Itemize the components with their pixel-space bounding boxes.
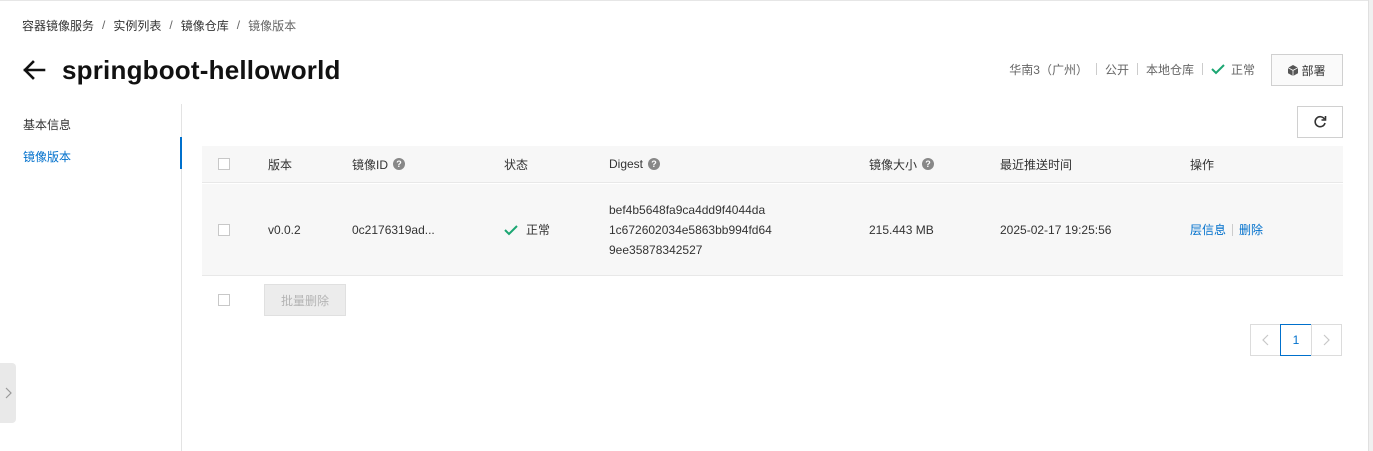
header-digest: Digest ?	[609, 146, 661, 182]
select-all-checkbox[interactable]	[218, 158, 230, 170]
sidebar-item-label: 基本信息	[23, 117, 72, 132]
chevron-left-icon	[1262, 334, 1269, 346]
header-size-label: 镜像大小	[869, 157, 918, 172]
next-page-button[interactable]	[1311, 324, 1342, 356]
breadcrumb-instance-list[interactable]: 实例列表	[113, 17, 161, 34]
cell-digest: bef4b5648fa9ca4dd9f4044da 1c672602034e58…	[609, 184, 772, 275]
header-status: 状态	[504, 157, 529, 172]
meta-divider	[1095, 63, 1097, 75]
page-title: springboot-helloworld	[62, 54, 341, 85]
top-border	[0, 0, 1373, 1]
visibility-label: 公开	[1104, 62, 1129, 77]
meta-divider	[1136, 63, 1138, 75]
breadcrumb-separator: /	[169, 18, 173, 32]
repo-status: 正常	[1211, 61, 1255, 78]
row-checkbox-cell	[218, 184, 230, 275]
batch-select-checkbox[interactable]	[218, 294, 230, 306]
breadcrumb-separator: /	[102, 18, 106, 32]
repo-meta: 华南3（广州） 公开 本地仓库 正常	[1009, 60, 1255, 78]
help-icon[interactable]: ?	[648, 158, 661, 170]
cell-status-text: 正常	[526, 223, 551, 237]
cell-ops: 层信息 删除	[1190, 184, 1263, 275]
sidebar: 基本信息 镜像版本	[0, 104, 182, 451]
cell-status: 正常	[504, 184, 550, 275]
chevron-right-icon	[1323, 334, 1330, 346]
breadcrumb: 容器镜像服务 / 实例列表 / 镜像仓库 / 镜像版本	[22, 16, 296, 34]
header-pushed-time: 最近推送时间	[1000, 157, 1073, 172]
row-checkbox[interactable]	[218, 223, 230, 236]
meta-divider	[1201, 63, 1203, 75]
refresh-button[interactable]	[1297, 106, 1343, 138]
digest-line: 1c672602034e5863bb994fd64	[609, 222, 772, 237]
pagination: 1	[1250, 324, 1342, 356]
check-icon	[1211, 64, 1225, 75]
deploy-button-label: 部署	[1301, 63, 1326, 78]
breadcrumb-separator: /	[236, 18, 241, 32]
table-header: 版本 镜像ID ? 状态 Digest ? 镜像大小 ? 最近推送时间 操作	[202, 146, 1343, 183]
digest-line: bef4b5648fa9ca4dd9f4044da	[609, 202, 766, 217]
chevron-right-icon	[5, 387, 12, 399]
help-icon[interactable]: ?	[922, 158, 935, 170]
header-version: 版本	[268, 157, 293, 172]
header-digest-label: Digest	[609, 157, 644, 171]
breadcrumb-container-registry[interactable]: 容器镜像服务	[22, 17, 94, 34]
sidebar-active-indicator	[180, 137, 182, 169]
batch-actions: 批量删除	[202, 284, 346, 316]
header-size: 镜像大小 ?	[869, 146, 935, 182]
page-1-button[interactable]: 1	[1280, 324, 1312, 356]
digest-line: 9ee35878342527	[609, 242, 703, 257]
ops-divider	[1232, 223, 1234, 236]
back-arrow-icon[interactable]	[22, 59, 48, 81]
breadcrumb-image-version: 镜像版本	[248, 18, 297, 33]
help-icon[interactable]: ?	[393, 158, 406, 170]
header-checkbox-cell	[218, 146, 230, 182]
image-version-table: 版本 镜像ID ? 状态 Digest ? 镜像大小 ? 最近推送时间 操作 v…	[202, 146, 1343, 276]
vertical-scrollbar[interactable]	[1368, 0, 1373, 451]
title-row: springboot-helloworld	[22, 52, 341, 88]
breadcrumb-image-repo[interactable]: 镜像仓库	[181, 17, 229, 34]
header-image-id-label: 镜像ID	[352, 157, 389, 172]
sidebar-item-basic-info[interactable]: 基本信息	[0, 109, 182, 139]
cube-icon	[1288, 64, 1299, 76]
sidebar-expand-toggle[interactable]	[0, 363, 16, 423]
sidebar-item-image-versions[interactable]: 镜像版本	[0, 141, 182, 171]
cell-version: v0.0.2	[268, 222, 301, 237]
repo-status-text: 正常	[1230, 62, 1255, 77]
repo-type-label: 本地仓库	[1145, 62, 1194, 77]
deploy-button[interactable]: 部署	[1271, 54, 1343, 86]
prev-page-button[interactable]	[1250, 324, 1281, 356]
refresh-icon	[1314, 115, 1327, 128]
batch-delete-button[interactable]: 批量删除	[264, 284, 346, 316]
delete-link[interactable]: 删除	[1239, 221, 1263, 238]
header-image-id: 镜像ID ?	[352, 146, 406, 182]
sidebar-item-label: 镜像版本	[23, 149, 72, 164]
region-label: 华南3（广州）	[1009, 62, 1088, 77]
cell-size: 215.443 MB	[869, 222, 934, 237]
cell-image-id: 0c2176319ad...	[352, 222, 435, 237]
layer-info-link[interactable]: 层信息	[1190, 221, 1226, 238]
check-icon	[504, 224, 518, 235]
table-row: v0.0.2 0c2176319ad... 正常 bef4b5648fa9ca4…	[202, 184, 1343, 276]
header-ops: 操作	[1190, 157, 1215, 172]
cell-pushed-time: 2025-02-17 19:25:56	[1000, 222, 1112, 237]
